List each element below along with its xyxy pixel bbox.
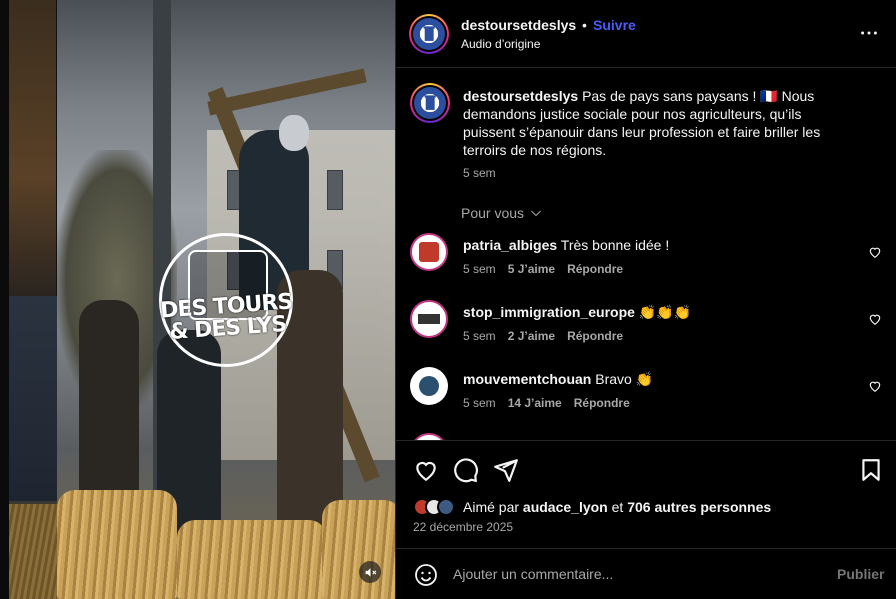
comment-likes[interactable]: 2 J’aime (508, 329, 555, 343)
likes-prefix: Aimé par (463, 499, 520, 515)
commenter-username[interactable]: mouvementchouan (463, 371, 591, 387)
comment-meta: 5 sem 5 J’aime Répondre (463, 262, 623, 276)
commenter-username[interactable]: patria_albiges (463, 237, 557, 253)
for-you-label: Pour vous (461, 205, 525, 221)
author-username[interactable]: destoursetdeslys (461, 17, 576, 33)
author-avatar[interactable] (409, 14, 449, 54)
for-you-dropdown[interactable]: Pour vous (461, 205, 542, 221)
post-date: 22 décembre 2025 (413, 520, 514, 534)
emoji-icon[interactable] (414, 563, 438, 587)
avatar-image (418, 314, 440, 324)
chevron-down-icon (531, 210, 541, 217)
more-options-icon[interactable] (858, 22, 880, 44)
comment-meta: 5 sem 14 J’aime Répondre (463, 396, 630, 410)
media-window (327, 170, 343, 210)
mute-icon (365, 567, 376, 577)
avatar-ring (412, 85, 448, 121)
bg-edge (0, 0, 9, 599)
likes-summary: Aimé par audace_lyon et 706 autres perso… (413, 498, 771, 516)
comment-time: 5 sem (463, 396, 496, 410)
caption-time: 5 sem (463, 166, 496, 180)
media-haybale (322, 500, 395, 599)
follow-button[interactable]: Suivre (593, 17, 636, 33)
background-media-blur (0, 0, 57, 599)
commenter-avatar[interactable] (410, 433, 448, 440)
audio-link[interactable]: Audio d’origine (461, 37, 540, 51)
watermark-text: DES TOURS & DES LYS (156, 289, 299, 345)
share-icon[interactable] (493, 457, 519, 483)
reply-button[interactable]: Répondre (567, 329, 623, 343)
bg-window (9, 0, 57, 296)
save-bookmark-icon[interactable] (858, 457, 884, 483)
liker-avatars (413, 498, 455, 516)
commenter-username[interactable]: stop_immigration_europe (463, 304, 635, 320)
avatar-ring (411, 16, 447, 52)
tower-icon (423, 26, 435, 41)
comment-time: 5 sem (463, 262, 496, 276)
like-heart-icon[interactable] (413, 457, 439, 483)
comment-like-heart-icon[interactable] (868, 379, 882, 393)
liker-username[interactable]: audace_lyon (523, 499, 608, 515)
comment-time: 5 sem (463, 329, 496, 343)
post-actions: Aimé par audace_lyon et 706 autres perso… (396, 440, 896, 550)
media-gallows-top (207, 68, 367, 116)
bg-hay (9, 504, 57, 599)
commenter-avatar[interactable] (410, 367, 448, 405)
mute-button[interactable] (359, 561, 381, 583)
comment-text: mouvementchouan Bravo 👏 (463, 371, 653, 388)
comment-like-heart-icon[interactable] (868, 245, 882, 259)
comment-item: mouvementchouan Bravo 👏 5 sem 14 J’aime … (396, 367, 896, 427)
bg-window-lower (9, 296, 57, 501)
post-caption: destoursetdeslys Pas de pays sans paysan… (463, 87, 853, 159)
media-haybale (57, 490, 177, 599)
comment-like-heart-icon[interactable] (868, 312, 882, 326)
caption-avatar[interactable] (410, 83, 450, 123)
reply-button[interactable]: Répondre (574, 396, 630, 410)
comment-meta: 5 sem 2 J’aime Répondre (463, 329, 623, 343)
commenter-avatar[interactable] (410, 300, 448, 338)
comment-body: 👏👏👏 (638, 304, 692, 320)
comment-body: Très bonne idée ! (560, 237, 670, 253)
post-video[interactable]: DES TOURS & DES LYS (57, 0, 395, 599)
avatar-image (414, 87, 446, 119)
likes-others-link[interactable]: 706 autres personnes (627, 499, 771, 515)
liker-avatar[interactable] (437, 498, 455, 516)
comment-likes[interactable]: 5 J’aime (508, 262, 555, 276)
post-header: destoursetdeslys • Suivre Audio d’origin… (396, 0, 896, 68)
add-comment-bar: Ajouter un commentaire... Publier (396, 548, 896, 599)
comment-input[interactable]: Ajouter un commentaire... (453, 566, 613, 582)
comment-item: patria_albiges Très bonne idée ! 5 sem 5… (396, 233, 896, 293)
comment-icon[interactable] (453, 457, 479, 483)
likes-connector: et (611, 499, 624, 515)
avatar-image (419, 242, 439, 262)
media-effigy-head (279, 115, 309, 151)
avatar-image (413, 18, 445, 50)
reply-button[interactable]: Répondre (567, 262, 623, 276)
comment-likes[interactable]: 14 J’aime (508, 396, 562, 410)
comment-text: patria_albiges Très bonne idée ! (463, 237, 669, 253)
comment-body: Bravo 👏 (595, 371, 654, 387)
comment-text: stop_immigration_europe 👏👏👏 (463, 304, 691, 321)
media-haybale (177, 520, 327, 599)
post-panel: destoursetdeslys • Suivre Audio d’origin… (395, 0, 896, 599)
commenter-avatar[interactable] (410, 233, 448, 271)
tower-icon (424, 95, 436, 110)
avatar-image (419, 376, 439, 396)
publish-button[interactable]: Publier (837, 566, 884, 582)
separator-dot: • (582, 17, 587, 33)
comment-item-partial (396, 433, 896, 440)
caption-username[interactable]: destoursetdeslys (463, 88, 578, 104)
comment-item: stop_immigration_europe 👏👏👏 5 sem 2 J’ai… (396, 300, 896, 360)
